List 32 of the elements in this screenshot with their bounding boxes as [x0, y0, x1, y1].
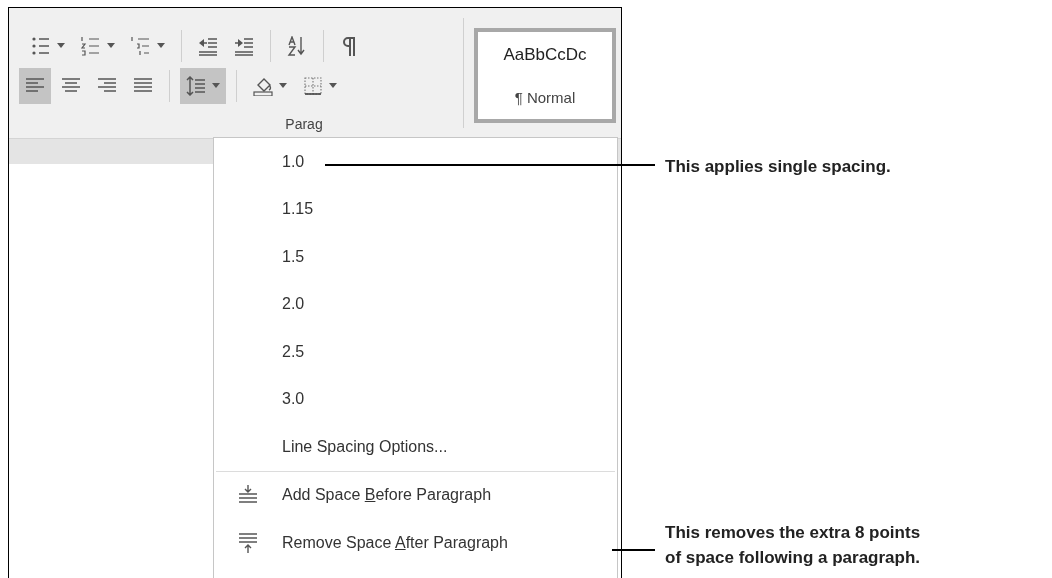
outdent-icon [198, 35, 218, 56]
menu-item[interactable]: Add Space Before Paragraph [282, 483, 492, 508]
style-gallery-item[interactable]: AaBbCcDc ¶ Normal [474, 28, 616, 123]
numbering-icon [81, 35, 101, 56]
style-preview: AaBbCcDc [503, 43, 587, 66]
menu-item[interactable]: Remove Space After Paragraph [282, 530, 508, 555]
align-left-button[interactable] [19, 67, 51, 104]
borders-icon [303, 75, 323, 96]
menu-item[interactable]: 1.0 [282, 149, 305, 174]
multilevel-icon [131, 35, 151, 56]
indent-icon [234, 35, 254, 56]
line-spacing-button[interactable] [180, 67, 226, 104]
caret-icon [57, 43, 65, 48]
caret-icon [279, 83, 287, 88]
menu-item[interactable]: 3.0 [282, 387, 305, 412]
menu-item[interactable]: Line Spacing Options... [282, 434, 448, 459]
line-spacing-icon [186, 75, 206, 96]
style-name: ¶ Normal [514, 87, 576, 108]
callout-text: This removes the extra 8 points of space following a paragraph. [665, 522, 921, 569]
group-label: Parag [285, 115, 323, 134]
remove-space-after-icon [238, 531, 258, 554]
menu-item[interactable]: 2.5 [282, 339, 305, 364]
menu-item[interactable]: 1.15 [282, 197, 314, 222]
sort-icon [287, 35, 307, 56]
callout-text: This applies single spacing. [665, 156, 891, 178]
caret-icon [329, 83, 337, 88]
caret-icon [157, 43, 165, 48]
caret-icon [212, 83, 220, 88]
menu-item[interactable]: 1.5 [282, 244, 305, 269]
bullets-icon [31, 35, 51, 56]
caret-icon [107, 43, 115, 48]
menu-item[interactable]: 2.0 [282, 292, 305, 317]
